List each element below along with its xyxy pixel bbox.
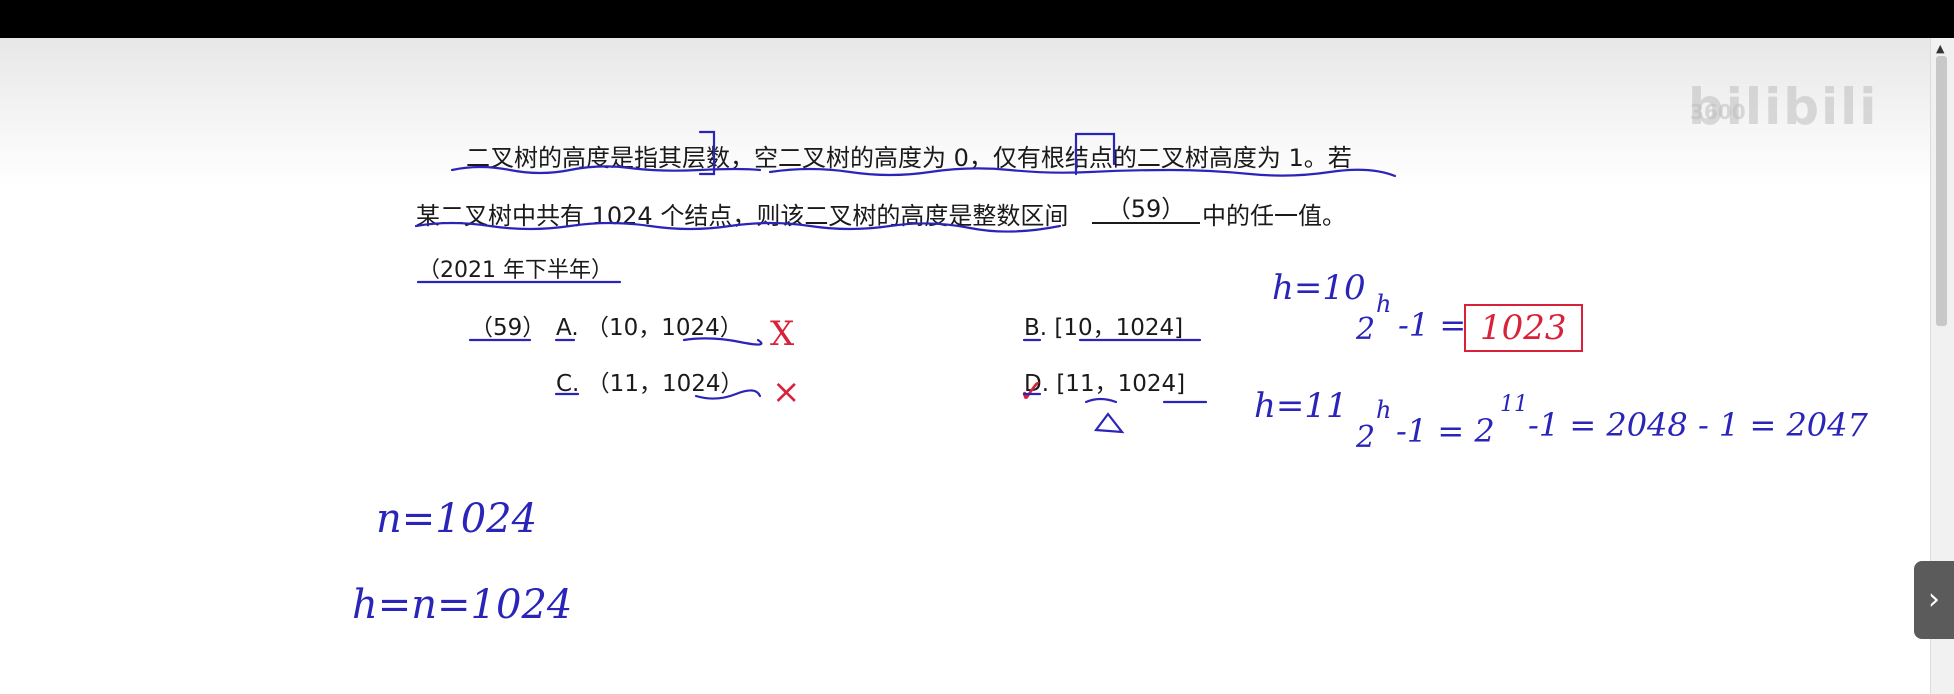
video-frame[interactable] xyxy=(0,38,1930,694)
question-line-2b: 中的任一值。 xyxy=(1202,202,1346,230)
hw-h10: h=10 xyxy=(1272,268,1366,308)
hw-n1: n=1024 xyxy=(376,496,538,542)
question-line-2a: 某二叉树中共有 1024 个结点，则该二叉树的高度是整数区间 xyxy=(416,202,1069,230)
hw-eq2-base: 2 xyxy=(1356,420,1376,455)
hw-eq1-rest: -1 = xyxy=(1398,306,1467,344)
mark-d-correct: ✓ xyxy=(1018,372,1045,410)
option-b: B. [10，1024] xyxy=(1024,315,1184,341)
mark-c-wrong: × xyxy=(772,372,801,412)
question-source: （2021 年下半年） xyxy=(418,258,613,283)
hw-eq2-rest: -1 = 2048 - 1 = 2047 xyxy=(1528,406,1868,444)
chevron-right-icon[interactable]: › xyxy=(1914,561,1954,639)
top-black-bar xyxy=(0,0,1954,38)
hw-h11: h=11 xyxy=(1254,386,1348,426)
question-line-1: 二叉树的高度是指其层数，空二叉树的高度为 0，仅有根结点的二叉树高度为 1。若 xyxy=(466,144,1352,172)
mark-a-wrong: X xyxy=(770,314,795,354)
hw-eq2-exp2: 11 xyxy=(1500,392,1528,417)
question-blank: （59） xyxy=(1092,196,1200,224)
hw-eq2-exp: h xyxy=(1376,396,1392,424)
watermark-small: 3600 xyxy=(1690,100,1746,124)
hw-n2: h=n=1024 xyxy=(352,582,573,628)
hw-eq1-exp: h xyxy=(1376,290,1392,318)
scroll-up-icon[interactable]: ▲ xyxy=(1936,42,1944,55)
hw-eq1-base: 2 xyxy=(1356,312,1376,347)
hw-box-1023: 1023 xyxy=(1464,304,1583,352)
hw-eq2-mid: -1 = 2 xyxy=(1396,412,1495,450)
option-number: （59） xyxy=(470,315,546,341)
option-d: D. [11，1024] xyxy=(1024,371,1186,397)
option-a: A. （10，1024） xyxy=(556,315,743,341)
scrollbar-thumb[interactable] xyxy=(1936,56,1947,326)
option-c: C. （11，1024） xyxy=(556,371,744,397)
